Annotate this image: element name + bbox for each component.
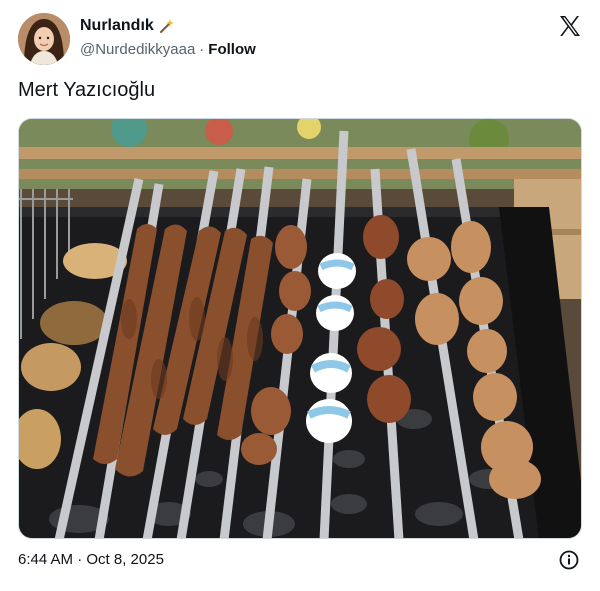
author-display-name[interactable]: Nurlandık — [80, 17, 154, 35]
separator-dot: · — [199, 41, 205, 58]
tweet-timestamp[interactable]: 6:44 AM · Oct 8, 2025 — [18, 551, 164, 568]
tweet-text: Mert Yazıcıoğlu — [18, 79, 156, 101]
tweet-card: Nurlandık @Nurdedikkyaaa · Follow Mert Y… — [0, 0, 600, 591]
follow-button[interactable]: Follow — [208, 41, 256, 58]
author-name-row: Nurlandık — [80, 17, 174, 35]
author-handle[interactable]: @Nurdedikkyaaa — [80, 41, 195, 58]
author-handle-row: @Nurdedikkyaaa · Follow — [80, 41, 256, 58]
tweet-photo[interactable] — [18, 118, 582, 539]
avatar[interactable] — [18, 13, 70, 65]
x-logo-icon[interactable] — [558, 14, 582, 38]
info-icon[interactable] — [559, 550, 579, 570]
magic-wand-icon — [158, 18, 174, 34]
